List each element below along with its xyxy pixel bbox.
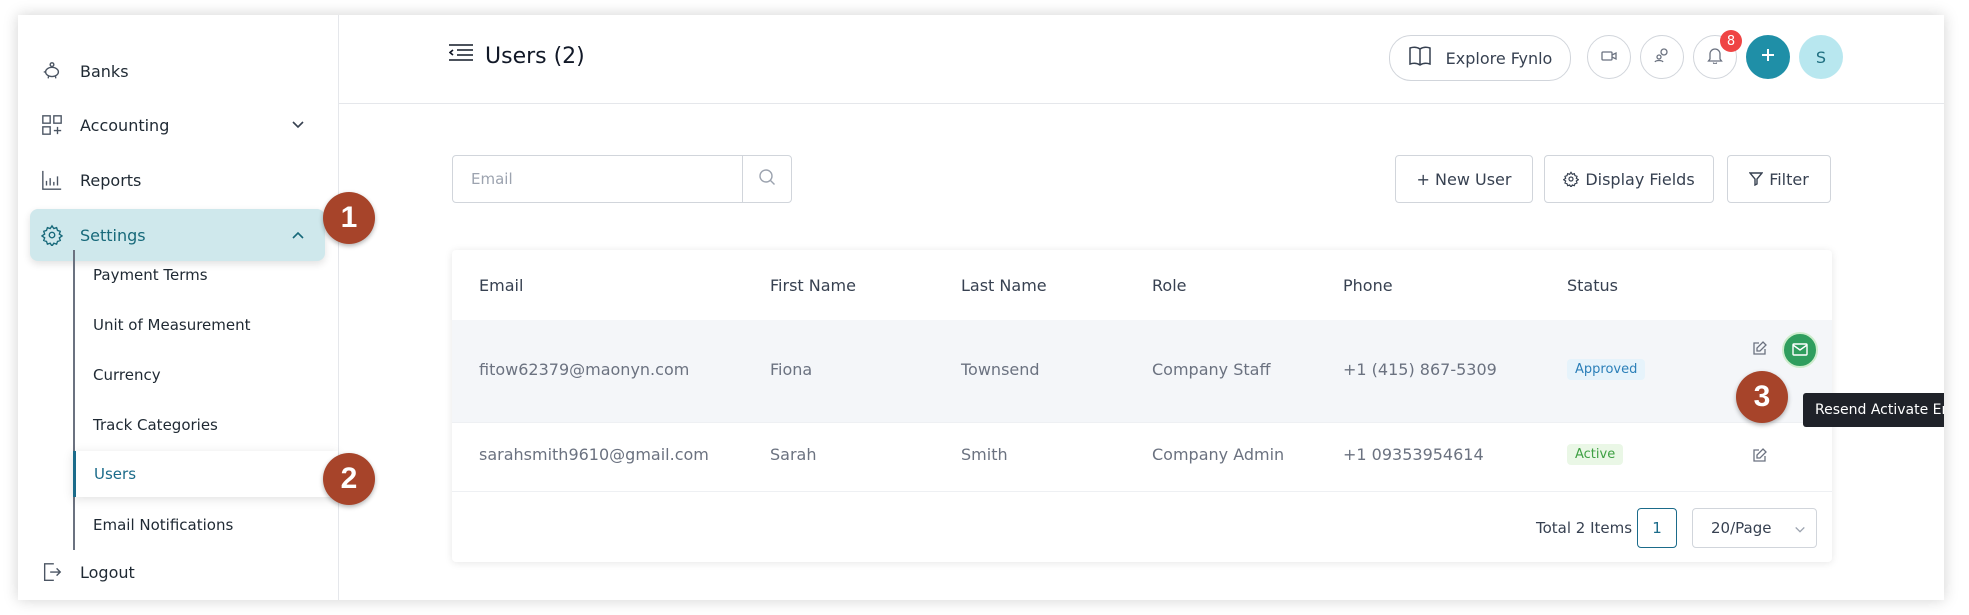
total-items: Total 2 Items [1536, 519, 1633, 537]
plus-icon [1760, 47, 1776, 67]
menu-collapse-icon[interactable] [448, 43, 473, 69]
edit-icon [1752, 340, 1768, 360]
resend-email-button[interactable] [1782, 332, 1818, 368]
new-user-button[interactable]: + New User [1395, 155, 1533, 203]
display-fields-label: Display Fields [1585, 169, 1695, 189]
step-marker-1: 1 [323, 192, 375, 244]
edit-button[interactable] [1746, 443, 1774, 471]
page-title-text: Users (2) [485, 43, 585, 69]
mail-icon [1792, 341, 1808, 360]
search-icon [758, 168, 776, 190]
piggy-bank-icon [40, 59, 64, 83]
chevron-down-icon [291, 117, 305, 136]
table-row[interactable]: fitow62379@maonyn.com Fiona Townsend Com… [452, 320, 1832, 422]
top-header: Users (2) Explore Fynlo 8 S [339, 15, 1944, 104]
cell-phone: +1 09353954614 [1343, 445, 1484, 464]
row-divider [452, 491, 1832, 492]
cell-first-name: Sarah [770, 445, 817, 464]
sidebar-item-banks[interactable]: Banks [30, 45, 325, 97]
cell-phone: +1 (415) 867-5309 [1343, 360, 1497, 379]
step-marker-3: 3 [1736, 371, 1788, 423]
cell-role: Company Staff [1152, 360, 1271, 379]
notification-count-badge: 8 [1720, 30, 1742, 52]
app-window: Banks Accounting Reports Settings Paymen… [18, 15, 1944, 600]
video-camera-icon [1601, 48, 1617, 67]
sidebar-item-logout[interactable]: Logout [30, 546, 325, 598]
step-marker-2: 2 [323, 453, 375, 505]
chevron-up-icon [291, 227, 305, 246]
column-header-last-name[interactable]: Last Name [961, 250, 1047, 320]
settings-submenu: Payment Terms Unit of Measurement Curren… [73, 250, 338, 550]
add-button[interactable] [1746, 35, 1790, 79]
column-header-status[interactable]: Status [1567, 250, 1618, 320]
cell-role: Company Admin [1152, 445, 1285, 464]
column-header-email[interactable]: Email [479, 250, 523, 320]
status-badge: Active [1567, 444, 1624, 465]
search-input[interactable] [453, 156, 742, 202]
edit-icon [1752, 447, 1768, 467]
sidebar: Banks Accounting Reports Settings Paymen… [18, 15, 339, 600]
filter-button[interactable]: Filter [1727, 155, 1831, 203]
sidebar-item-label: Accounting [80, 115, 170, 135]
table-row[interactable]: sarahsmith9610@gmail.com Sarah Smith Com… [452, 423, 1832, 491]
cell-first-name: Fiona [770, 360, 813, 379]
column-header-phone[interactable]: Phone [1343, 250, 1393, 320]
sidebar-subitem-currency[interactable]: Currency [75, 352, 340, 398]
explore-fynlo-button[interactable]: Explore Fynlo [1389, 35, 1571, 81]
sidebar-item-accounting[interactable]: Accounting [30, 99, 325, 151]
cell-last-name: Smith [961, 445, 1008, 464]
display-fields-button[interactable]: Display Fields [1544, 155, 1714, 203]
filter-icon [1749, 172, 1764, 186]
sidebar-item-label: Banks [80, 61, 129, 81]
email-search [452, 155, 792, 203]
page-size-label: 20/Page [1711, 519, 1772, 537]
users-table: Email First Name Last Name Role Phone St… [452, 250, 1832, 562]
video-button[interactable] [1587, 35, 1631, 79]
logout-icon [40, 560, 64, 584]
resend-email-tooltip: Resend Activate Email [1803, 393, 1944, 427]
gear-icon [1563, 171, 1580, 187]
sidebar-subitem-users[interactable]: Users [73, 451, 338, 497]
bell-icon [1707, 46, 1723, 68]
book-icon [1408, 45, 1432, 71]
avatar[interactable]: S [1799, 35, 1843, 79]
cell-email: sarahsmith9610@gmail.com [479, 445, 709, 464]
explore-fynlo-label: Explore Fynlo [1445, 48, 1553, 68]
filter-label: Filter [1769, 169, 1809, 189]
sidebar-subitem-email-notifications[interactable]: Email Notifications [75, 502, 340, 548]
sidebar-subitem-track-categories[interactable]: Track Categories [75, 402, 340, 448]
community-button[interactable] [1640, 35, 1684, 79]
sidebar-subitem-payment-terms[interactable]: Payment Terms [75, 252, 340, 298]
chevron-down-icon [1794, 522, 1806, 540]
sidebar-item-reports[interactable]: Reports [30, 154, 325, 206]
cell-last-name: Townsend [961, 360, 1040, 379]
accounting-icon [40, 113, 64, 137]
users-icon [1654, 47, 1670, 67]
sidebar-item-label: Reports [80, 170, 142, 190]
edit-button[interactable] [1746, 336, 1774, 364]
sidebar-subitem-unit-of-measurement[interactable]: Unit of Measurement [75, 302, 340, 348]
sidebar-item-label: Logout [80, 562, 135, 582]
sidebar-item-label: Settings [80, 225, 146, 245]
column-header-first-name[interactable]: First Name [770, 250, 856, 320]
gear-icon [40, 223, 64, 247]
cell-email: fitow62379@maonyn.com [479, 360, 690, 379]
search-button[interactable] [742, 156, 791, 202]
page-button-1[interactable]: 1 [1637, 508, 1677, 548]
page-size-select[interactable]: 20/Page [1692, 508, 1817, 548]
column-header-role[interactable]: Role [1152, 250, 1186, 320]
status-badge: Approved [1567, 359, 1646, 380]
page-title: Users (2) [448, 43, 585, 69]
reports-chart-icon [40, 168, 64, 192]
notifications-button[interactable]: 8 [1693, 30, 1742, 79]
